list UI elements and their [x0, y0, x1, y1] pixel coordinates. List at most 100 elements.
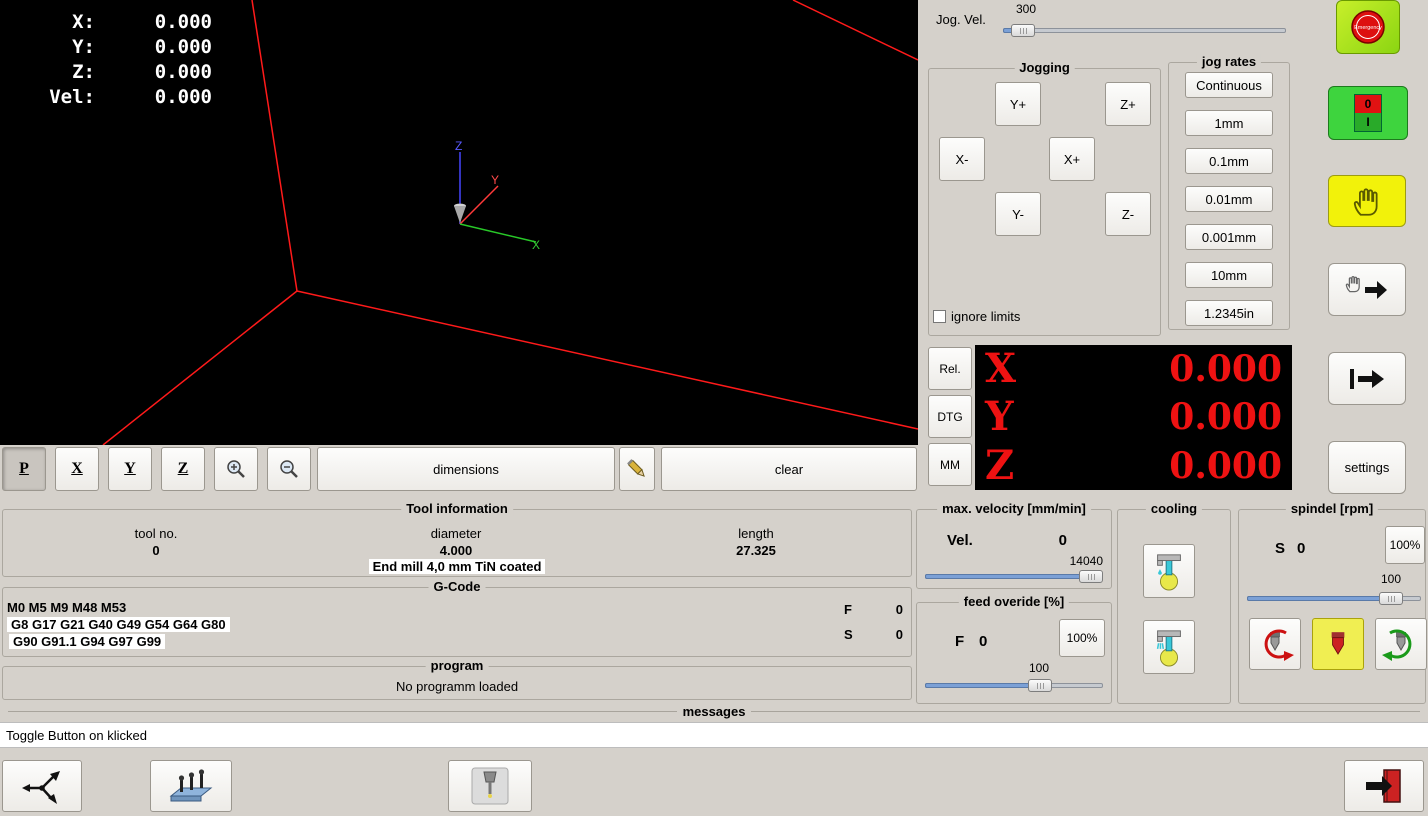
- zoom-out-icon: [280, 460, 298, 478]
- dro-row-y: Y 0.000: [975, 393, 1292, 441]
- jog-y-plus-button[interactable]: Y+: [995, 82, 1041, 126]
- dimensions-label: dimensions: [433, 461, 499, 477]
- readout-label: Vel:: [49, 86, 95, 108]
- mdi-mode-button[interactable]: [1328, 352, 1406, 405]
- diameter-label: diameter: [430, 526, 482, 541]
- tool-info-frame: Tool information tool no. 0 diameter 4.0…: [2, 501, 912, 577]
- exit-button[interactable]: [1344, 760, 1424, 812]
- edit-pencil-button[interactable]: [619, 447, 655, 491]
- spindle-override-slider[interactable]: [1247, 592, 1421, 605]
- mist-coolant-button[interactable]: [1143, 544, 1195, 598]
- gcode-line: G8 G17 G21 G40 G49 G54 G64 G80: [7, 617, 230, 632]
- faucet-flood-icon: [1156, 630, 1181, 667]
- messages-divider: messages: [2, 704, 1426, 719]
- vel-value: 0: [1058, 532, 1067, 549]
- slider-handle[interactable]: [1011, 24, 1035, 37]
- readout-value: 0.000: [154, 36, 212, 58]
- max-velocity-frame: max. velocity [mm/min] Vel. 0 14040: [916, 501, 1112, 589]
- probe-block-icon: [169, 769, 213, 802]
- jog-rate-1mm-button[interactable]: 1mm: [1185, 110, 1273, 136]
- jog-rate-label: 0.01mm: [1205, 191, 1253, 207]
- jog-hand-button[interactable]: [1328, 175, 1406, 227]
- jog-button-label: Y+: [1009, 96, 1027, 112]
- jog-rate-inch-button[interactable]: 1.2345in: [1185, 300, 1273, 326]
- gcode-title: G-Code: [428, 579, 486, 594]
- jog-x-minus-button[interactable]: X-: [939, 137, 985, 181]
- zoom-out-button[interactable]: [267, 447, 311, 491]
- clear-button[interactable]: clear: [661, 447, 917, 491]
- spindle-reset-button[interactable]: 100%: [1385, 526, 1425, 564]
- jog-z-minus-button[interactable]: Z-: [1105, 192, 1151, 236]
- slider-handle[interactable]: [1079, 570, 1103, 583]
- jog-x-plus-button[interactable]: X+: [1049, 137, 1095, 181]
- max-velocity-slider[interactable]: [925, 570, 1103, 583]
- position-readout: X: 0.000 Y: 0.000 Z: 0.000 Vel: 0.000: [20, 10, 212, 110]
- estop-text: Emergency: [1354, 25, 1382, 31]
- message-bar: Toggle Button on klicked: [0, 722, 1428, 748]
- hand-arrow-icon: [1345, 275, 1387, 299]
- zoom-in-button[interactable]: [214, 447, 258, 491]
- view-y-button[interactable]: Y: [108, 447, 152, 491]
- view-x-button[interactable]: X: [55, 447, 99, 491]
- jog-y-minus-button[interactable]: Y-: [995, 192, 1041, 236]
- zoom-in-icon: [227, 460, 245, 478]
- dro-units-button[interactable]: MM: [928, 443, 972, 486]
- dro-rel-button[interactable]: Rel.: [928, 347, 972, 390]
- dro-axis-letter: X: [985, 345, 1017, 393]
- length-label: length: [738, 526, 774, 541]
- jog-vel-label: Jog. Vel.: [936, 12, 986, 27]
- spindle-cw-icon: [1382, 629, 1412, 661]
- dro-units-label: MM: [940, 457, 960, 472]
- jog-rate-0001mm-button[interactable]: 0.001mm: [1185, 224, 1273, 250]
- tool-description: End mill 4,0 mm TiN coated: [368, 559, 546, 574]
- exit-door-icon: [1366, 769, 1401, 803]
- max-vel-value: 14040: [1069, 554, 1103, 568]
- machine-limit-line: [251, 0, 298, 292]
- dro-dtg-button[interactable]: DTG: [928, 395, 972, 438]
- view-z-button[interactable]: Z: [161, 447, 205, 491]
- slider-groove[interactable]: [1003, 28, 1286, 33]
- dro-axis-value: 0.000: [1169, 444, 1282, 487]
- settings-button[interactable]: settings: [1328, 441, 1406, 494]
- jog-z-plus-button[interactable]: Z+: [1105, 82, 1151, 126]
- estop-button[interactable]: Emergency: [1336, 0, 1400, 54]
- feed-reset-button[interactable]: 100%: [1059, 619, 1105, 657]
- readout-label: X:: [72, 11, 95, 33]
- y-axis-line: [459, 185, 499, 225]
- jog-rate-label: 1mm: [1214, 115, 1244, 131]
- feed-override-frame: feed overide [%] F 0 100% 100: [916, 594, 1112, 704]
- perspective-view-button[interactable]: P: [2, 447, 46, 491]
- gcode-f-label: F: [844, 602, 852, 617]
- gcode-line: M0 M5 M9 M48 M53: [7, 600, 127, 615]
- jog-rate-001mm-button[interactable]: 0.01mm: [1185, 186, 1273, 212]
- spindle-cw-button[interactable]: [1375, 618, 1427, 670]
- power-button[interactable]: 0 I: [1328, 86, 1408, 140]
- dimensions-button[interactable]: dimensions: [317, 447, 615, 491]
- probe-block-button[interactable]: [150, 760, 232, 812]
- arrow-bar-icon: [1350, 368, 1384, 389]
- preview-panel[interactable]: Z Y X X: 0.000 Y: 0.000 Z: 0.000 Vel: 0.000: [0, 0, 918, 445]
- dro-dtg-label: DTG: [937, 409, 963, 424]
- readout-value: 0.000: [154, 86, 212, 108]
- spindle-stop-button[interactable]: [1312, 618, 1364, 670]
- jog-rate-01mm-button[interactable]: 0.1mm: [1185, 148, 1273, 174]
- tool-measure-button[interactable]: [448, 760, 532, 812]
- jogging-frame: Jogging Y+ Z+ X- X+ Y- Z- ignore limits: [928, 60, 1161, 336]
- tool-no-value: 0: [152, 543, 160, 558]
- spindle-ccw-button[interactable]: [1249, 618, 1301, 670]
- feed-override-slider[interactable]: [925, 679, 1103, 692]
- ignore-limits-checkbox[interactable]: [933, 310, 946, 323]
- flood-coolant-button[interactable]: [1143, 620, 1195, 674]
- jog-vel-slider[interactable]: [1003, 24, 1286, 37]
- jog-rate-label: 10mm: [1210, 267, 1248, 283]
- tool-spindle-icon: [471, 767, 509, 805]
- view-z-label: Z: [177, 460, 189, 477]
- tool-no-label: tool no.: [134, 526, 178, 541]
- manual-mode-button[interactable]: [1328, 263, 1406, 316]
- jog-rate-continuous-button[interactable]: Continuous: [1185, 72, 1273, 98]
- jog-rate-10mm-button[interactable]: 10mm: [1185, 262, 1273, 288]
- slider-handle[interactable]: [1379, 592, 1403, 605]
- slider-handle[interactable]: [1028, 679, 1052, 692]
- touch-off-button[interactable]: [2, 760, 82, 812]
- gcode-frame: G-Code M0 M5 M9 M48 M53 G8 G17 G21 G40 G…: [2, 579, 912, 657]
